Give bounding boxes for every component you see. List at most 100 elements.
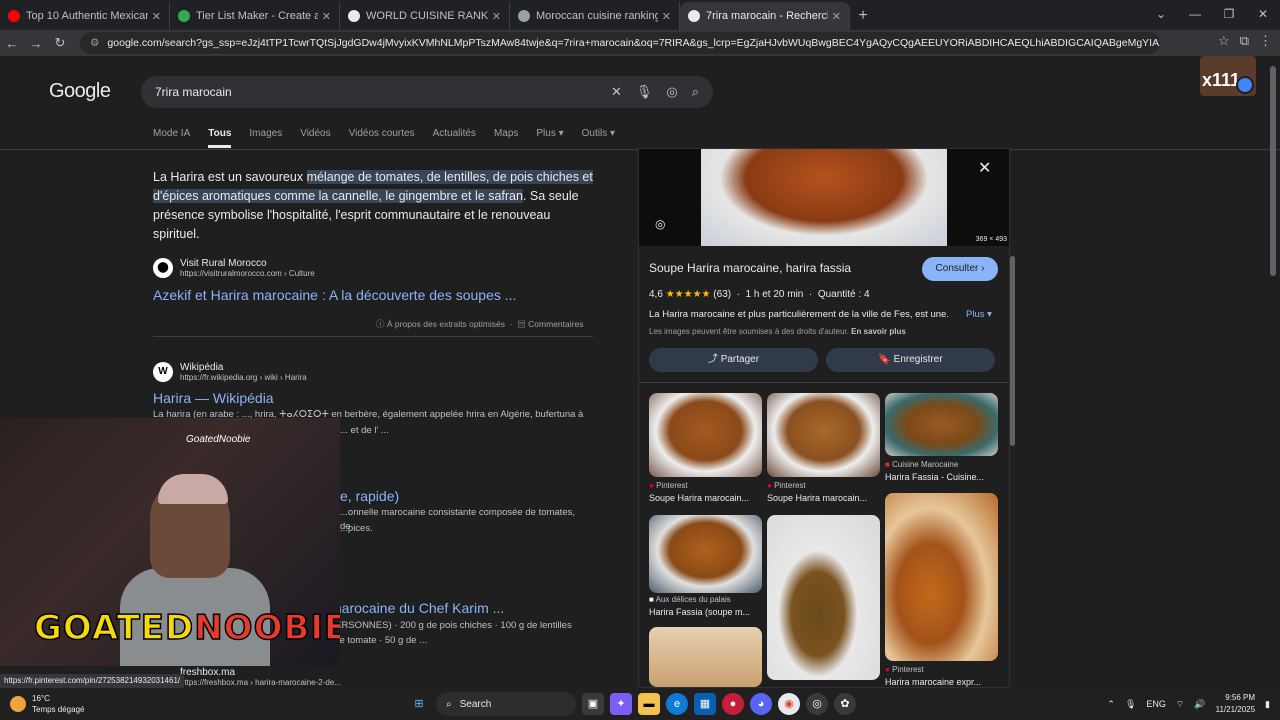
save-button[interactable]: 🔖 Enregistrer xyxy=(826,348,995,372)
lens-icon[interactable]: ◎ xyxy=(655,217,665,231)
close-tab-icon[interactable]: ✕ xyxy=(662,10,671,23)
microphone-icon[interactable]: 🎙 xyxy=(1125,699,1136,710)
tab-mode-ia[interactable]: Mode IA xyxy=(153,128,190,148)
result-title-link[interactable]: e, rapide) xyxy=(340,488,399,504)
close-tab-icon[interactable]: ✕ xyxy=(152,10,161,23)
clear-icon[interactable]: ✕ xyxy=(611,84,622,100)
task-view-icon[interactable]: ▣ xyxy=(582,693,604,715)
chevron-down-icon[interactable]: ⌄ xyxy=(1144,0,1178,28)
search-icon: ⌕ xyxy=(446,698,452,710)
close-panel-icon[interactable]: ✕ xyxy=(978,158,991,178)
panel-scrollbar[interactable] xyxy=(1010,156,1016,686)
result-source[interactable]: ⬤ Visit Rural Morocco https://visitruralm… xyxy=(153,258,315,278)
avatar[interactable]: x111 xyxy=(1200,56,1256,96)
search-icon[interactable]: ⌕ xyxy=(692,84,699,100)
image-caption[interactable]: Soupe Harira marocain... xyxy=(767,493,880,503)
wifi-icon[interactable]: ⌔ xyxy=(1176,699,1184,710)
image-result[interactable] xyxy=(767,515,880,680)
image-result[interactable] xyxy=(649,627,762,687)
copilot-icon[interactable]: ✦ xyxy=(610,693,632,715)
store-icon[interactable]: ▦ xyxy=(694,693,716,715)
featured-snippet: La Harira est un savoureux mélange de to… xyxy=(153,170,593,241)
notification-icon[interactable]: ▮ xyxy=(1265,699,1270,710)
weather-widget[interactable]: 16°C Temps dégagé xyxy=(10,693,84,715)
result-title-link[interactable]: Azekif et Harira marocaine : A la découv… xyxy=(153,287,516,303)
image-result[interactable] xyxy=(885,493,998,661)
browser-tab[interactable]: Moroccan cuisine ranking ✕ xyxy=(510,2,680,30)
browser-tab[interactable]: Top 10 Authentic Mexican Food✕ xyxy=(0,2,170,30)
taskbar-search[interactable]: ⌕ Search xyxy=(436,692,576,716)
tab-tools[interactable]: Outils ▾ xyxy=(582,128,615,148)
tab-images[interactable]: Images xyxy=(249,128,282,148)
volume-icon[interactable]: 🔊 xyxy=(1194,699,1205,710)
menu-icon[interactable]: ⋮ xyxy=(1259,33,1272,49)
browser-tab-active[interactable]: 7rira marocain - Recherche Goo✕ xyxy=(680,2,850,30)
discord-icon[interactable]: ◕ xyxy=(750,693,772,715)
tab-more[interactable]: Plus ▾ xyxy=(536,128,563,148)
image-caption[interactable]: Harira Fassia - Cuisine... xyxy=(885,472,998,482)
result-title-link[interactable]: Harira — Wikipédia xyxy=(153,390,274,406)
tab-videos[interactable]: Vidéos xyxy=(300,128,330,148)
maximize-icon[interactable]: ❐ xyxy=(1212,0,1246,28)
chrome-icon[interactable]: ◉ xyxy=(778,693,800,715)
close-tab-icon[interactable]: ✕ xyxy=(322,10,331,23)
soup-thumbnail xyxy=(885,493,998,661)
obs-icon[interactable]: ◎ xyxy=(806,693,828,715)
address-bar[interactable]: ⚙ google.com/search?gs_ssp=eJzj4tTP1TcwrT… xyxy=(80,32,1160,54)
search-tabs: Mode IA Tous Images Vidéos Vidéos courte… xyxy=(153,128,615,148)
tab-short-videos[interactable]: Vidéos courtes xyxy=(349,128,415,148)
tab-news[interactable]: Actualités xyxy=(433,128,476,148)
image-result[interactable] xyxy=(649,515,762,593)
browser-tab[interactable]: WORLD CUISINE RANK - Reche✕ xyxy=(340,2,510,30)
windows-start-icon[interactable]: ⊞ xyxy=(408,693,430,715)
image-caption[interactable]: Soupe Harira marocain... xyxy=(649,493,762,503)
consult-button[interactable]: Consulter › xyxy=(922,257,998,281)
image-result[interactable] xyxy=(885,393,998,456)
close-tab-icon[interactable]: ✕ xyxy=(492,10,501,23)
app-icon[interactable]: ● xyxy=(722,693,744,715)
tab-all[interactable]: Tous xyxy=(208,128,232,148)
app-icon[interactable]: ✿ xyxy=(834,693,856,715)
close-tab-icon[interactable]: ✕ xyxy=(832,10,841,23)
scrollbar-thumb[interactable] xyxy=(1010,256,1015,446)
forward-icon[interactable]: → xyxy=(24,36,48,51)
close-window-icon[interactable]: ✕ xyxy=(1246,0,1280,28)
harira-bowl-image xyxy=(701,149,947,246)
page-scrollbar[interactable] xyxy=(1270,56,1276,688)
recipe-title: Soupe Harira marocaine, harira fassia xyxy=(649,261,852,275)
globe-icon xyxy=(518,10,530,22)
browser-tab[interactable]: Tier List Maker - Create a Tier L✕ xyxy=(170,2,340,30)
divider xyxy=(153,336,593,337)
scrollbar-thumb[interactable] xyxy=(1270,66,1276,276)
result-source[interactable]: W Wikipédia https://fr.wikipedia.org › wi… xyxy=(153,362,307,382)
site-info-icon[interactable]: ⚙ xyxy=(90,37,99,49)
image-caption[interactable]: Harira Fassia (soupe m... xyxy=(649,607,762,617)
share-button[interactable]: ⤴ Partager xyxy=(649,348,818,372)
image-caption[interactable]: Harira marocaine expr... xyxy=(885,677,998,687)
minimize-icon[interactable]: — xyxy=(1178,0,1212,28)
edge-icon[interactable]: e xyxy=(666,693,688,715)
windows-taskbar: 16°C Temps dégagé ⊞ ⌕ Search ▣ ✦ ▬ e ▦ ● ◕… xyxy=(0,688,1280,720)
new-tab-button[interactable]: + xyxy=(850,2,876,30)
bookmark-icon: 🔖 xyxy=(878,354,891,365)
lens-icon[interactable]: ◎ xyxy=(666,84,677,100)
recipe-hero-image[interactable]: ◎ 369 × 493 xyxy=(639,149,1009,246)
clock[interactable]: 9:56 PM 11/21/2025 xyxy=(1216,692,1255,716)
google-logo[interactable]: Google xyxy=(49,80,111,103)
language-indicator[interactable]: ENG xyxy=(1146,699,1166,709)
image-result[interactable] xyxy=(767,393,880,477)
tab-maps[interactable]: Maps xyxy=(494,128,518,148)
result-title-link[interactable]: marocaine du Chef Karim ... xyxy=(330,600,504,616)
more-button[interactable]: Plus ▾ xyxy=(966,309,992,320)
microphone-icon[interactable]: 🎙 xyxy=(636,84,653,100)
bookmark-star-icon[interactable]: ☆ xyxy=(1218,33,1230,49)
search-input[interactable]: 7rira marocain ✕ 🎙 ◎ ⌕ xyxy=(141,76,713,108)
file-explorer-icon[interactable]: ▬ xyxy=(638,693,660,715)
extensions-icon[interactable]: ⧉ xyxy=(1240,33,1249,49)
back-icon[interactable]: ← xyxy=(0,36,24,51)
tab-strip: Top 10 Authentic Mexican Food✕ Tier List… xyxy=(0,0,1280,30)
reload-icon[interactable]: ↻ xyxy=(48,35,72,51)
image-result[interactable] xyxy=(649,393,762,477)
soup-thumbnail xyxy=(649,393,762,477)
chevron-up-icon[interactable]: ⌃ xyxy=(1107,699,1115,710)
